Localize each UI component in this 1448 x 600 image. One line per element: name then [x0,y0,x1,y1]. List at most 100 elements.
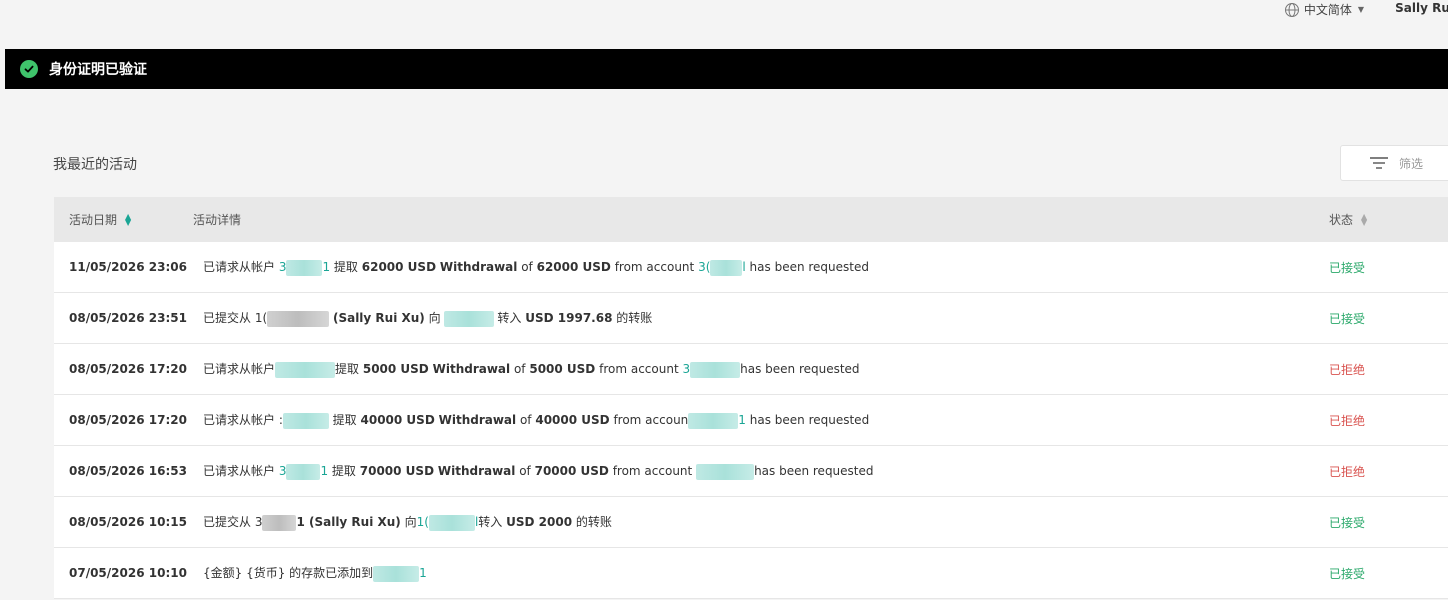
table-header: 活动日期 ▲ ▼ 活动详情 状态 ▲ ▼ [54,197,1448,242]
detail-text: has been requested [740,362,860,377]
redacted-account [275,361,336,378]
activity-date: 07/05/2026 10:10 [69,566,187,580]
chevron-down-icon: ▼ [1357,5,1364,14]
redacted-account [690,361,741,378]
activity-date: 11/05/2026 23:06 [69,260,187,274]
status-badge: 已接受 [1329,311,1366,326]
check-circle-icon [20,60,38,78]
detail-text: 向 [400,515,417,530]
verification-text: 身份证明已验证 [49,62,147,78]
redacted-account [286,463,321,480]
status-badge: 已接受 [1329,566,1366,581]
detail-text: of [510,362,530,377]
activity-date: 08/05/2026 16:53 [69,464,187,478]
column-header-status[interactable]: 状态 ▲ ▼ [1329,211,1367,228]
filter-button[interactable]: 筛选 [1340,145,1448,181]
amount: USD 1997.68 [525,311,613,326]
detail-text: 已提交从 3 [203,515,263,530]
redacted-account [688,412,739,429]
detail-text: 1 [296,515,309,530]
redacted-account [267,310,330,327]
amount: 70000 USD [534,464,609,479]
detail-text: has been requested [745,260,869,275]
activity-detail: 已提交从 31 (Sally Rui Xu) 向1(l转入 USD 2000 的… [203,513,612,531]
account-link[interactable]: 3( [698,260,710,274]
sort-icon: ▲ ▼ [125,211,132,227]
redacted-account [262,514,297,531]
section-title: 我最近的活动 [53,157,137,173]
status-badge: 已拒绝 [1329,464,1366,479]
detail-text: from account [610,260,699,275]
amount: 40000 USD [535,413,610,428]
sort-icon: ▲ ▼ [1361,211,1368,227]
activity-detail: {金额} {货币} 的存款已添加到 1 [203,564,427,582]
verification-banner: 身份证明已验证 [5,49,1448,89]
detail-text: 的转账 [572,515,612,530]
amount: 5000 USD [362,362,429,377]
activity-date: 08/05/2026 10:15 [69,515,187,529]
redacted-account [373,565,420,582]
detail-text: has been requested [754,464,874,479]
table-row[interactable]: 08/05/2026 23:51 已提交从 1( (Sally Rui Xu) … [54,293,1448,344]
user-name[interactable]: Sally Rui [1395,1,1448,15]
detail-type: Withdrawal [439,260,518,275]
language-selector[interactable]: 中文简体 ▼ [1284,1,1364,18]
account-link[interactable]: 3 [279,464,287,478]
table-row[interactable]: 08/05/2026 16:53 已请求从帐户 3 1 提取 70000 USD … [54,446,1448,497]
detail-text: 提取 [328,413,361,428]
status-badge: 已拒绝 [1329,362,1366,377]
account-link[interactable]: 1 [322,260,330,274]
activity-date: 08/05/2026 23:51 [69,311,187,325]
column-label-status: 状态 [1329,213,1354,227]
account-link[interactable]: 1 [419,566,427,580]
account-link[interactable]: 1 [738,413,746,427]
detail-text: from accoun [609,413,689,428]
detail-text: 提取 [330,260,362,275]
detail-text: of [516,413,536,428]
activity-detail: 已请求从帐户 3 1 提取 62000 USD Withdrawal of 620… [203,258,869,276]
globe-icon [1284,2,1299,17]
activity-date: 08/05/2026 17:20 [69,413,187,427]
column-header-date[interactable]: 活动日期 ▲ ▼ [69,211,131,228]
redacted-account [282,412,329,429]
account-link[interactable]: 1 [320,464,328,478]
detail-text: 已请求从帐户 : [203,413,283,428]
activity-date: 08/05/2026 17:20 [69,362,187,376]
redacted-account [443,310,494,327]
detail-text: of [517,260,537,275]
detail-text: 的转账 [612,311,653,326]
table-row[interactable]: 07/05/2026 10:10 {金额} {货币} 的存款已添加到 1 已接受 [54,548,1448,599]
column-header-detail: 活动详情 [193,213,242,227]
detail-text: from account [595,362,683,377]
detail-text: 提取 [335,362,363,377]
amount: USD 2000 [506,515,573,530]
account-holder: (Sally Rui Xu) [308,515,401,530]
amount: 5000 USD [529,362,596,377]
detail-text: 向 [424,311,441,326]
detail-text: 提取 [328,464,360,479]
account-link[interactable]: 3 [682,362,690,376]
table-row[interactable]: 08/05/2026 17:20 已请求从帐户 提取 5000 USD Withd… [54,344,1448,395]
table-row[interactable]: 08/05/2026 17:20 已请求从帐户 : 提取 40000 USD W… [54,395,1448,446]
detail-text: {金额} {货币} 的存款已添加到 [203,566,374,581]
detail-text: of [515,464,535,479]
detail-text: 已请求从帐户 [203,260,279,275]
redacted-account [696,463,755,480]
amount: 62000 USD [536,260,611,275]
activity-detail: 已提交从 1( (Sally Rui Xu) 向 转入 USD 1997.68 … [203,309,652,327]
account-link[interactable]: 1( [417,515,429,529]
detail-type: Withdrawal [438,413,517,428]
filter-label: 筛选 [1399,156,1424,171]
table-row[interactable]: 08/05/2026 10:15 已提交从 31 (Sally Rui Xu) … [54,497,1448,548]
amount: 40000 USD [360,413,435,428]
table-row[interactable]: 11/05/2026 23:06 已请求从帐户 3 1 提取 62000 USD … [54,242,1448,293]
amount: 70000 USD [359,464,435,479]
detail-type: Withdrawal [437,464,516,479]
column-label-date: 活动日期 [69,213,118,227]
activity-detail: 已请求从帐户 提取 5000 USD Withdrawal of 5000 USD… [203,360,860,378]
detail-text: 已提交从 1( [203,311,268,326]
top-bar: 中文简体 ▼ Sally Rui [0,0,1448,48]
amount: 62000 USD [361,260,437,275]
redacted-account [286,259,323,276]
account-link[interactable]: 3 [279,260,287,274]
